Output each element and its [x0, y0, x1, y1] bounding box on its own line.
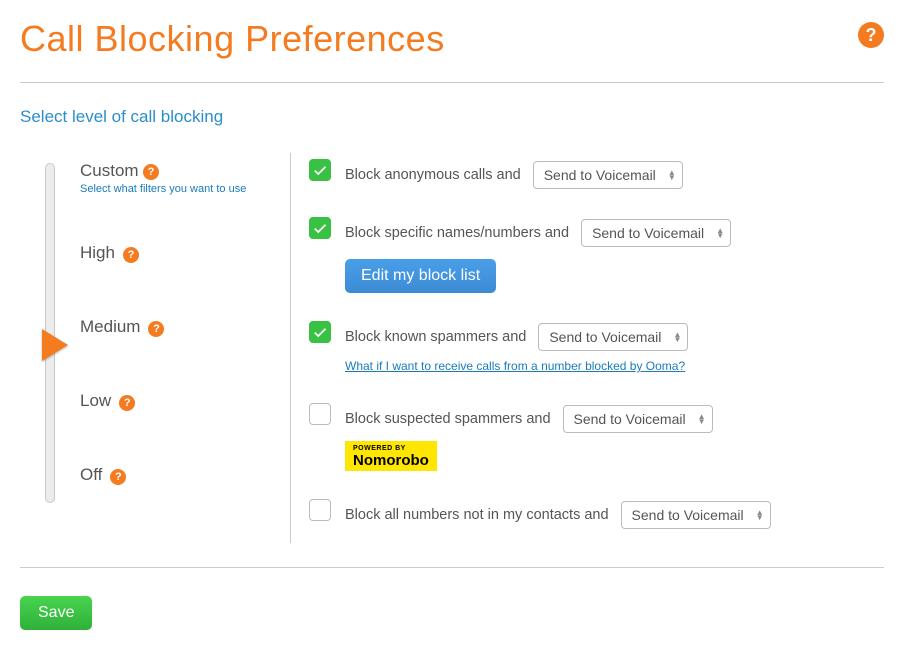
select-specific-action[interactable]: Send to Voicemail ▲▼ — [581, 219, 731, 247]
page-title: Call Blocking Preferences — [20, 18, 445, 60]
checkbox-known-spammers[interactable] — [309, 321, 331, 343]
select-suspected-action[interactable]: Send to Voicemail ▲▼ — [563, 405, 713, 433]
checkbox-suspected-spammers[interactable] — [309, 403, 331, 425]
level-low[interactable]: Low ? — [80, 391, 290, 411]
help-icon-off[interactable]: ? — [110, 469, 126, 485]
select-anonymous-value: Send to Voicemail — [544, 167, 656, 183]
nomorobo-powered-by: POWERED BY — [353, 445, 429, 452]
option-contacts-only: Block all numbers not in my contacts and… — [309, 501, 884, 529]
select-known-action[interactable]: Send to Voicemail ▲▼ — [538, 323, 688, 351]
option-contacts-text: Block all numbers not in my contacts and — [345, 507, 609, 523]
known-spammers-help-link[interactable]: What if I want to receive calls from a n… — [345, 359, 685, 373]
level-high[interactable]: High ? — [80, 243, 290, 263]
help-icon-low[interactable]: ? — [119, 395, 135, 411]
option-specific-text: Block specific names/numbers and — [345, 225, 569, 241]
checkmark-icon — [313, 221, 327, 235]
level-low-label: Low — [80, 391, 111, 411]
edit-block-list-button[interactable]: Edit my block list — [345, 259, 496, 293]
level-high-label: High — [80, 243, 115, 263]
select-known-value: Send to Voicemail — [549, 329, 661, 345]
checkbox-contacts-only[interactable] — [309, 499, 331, 521]
section-label: Select level of call blocking — [20, 107, 884, 127]
select-contacts-action[interactable]: Send to Voicemail ▲▼ — [621, 501, 771, 529]
level-medium-label: Medium — [80, 317, 140, 337]
checkmark-icon — [313, 163, 327, 177]
level-custom-label: Custom — [80, 161, 139, 180]
select-arrows-icon: ▲▼ — [698, 414, 706, 424]
select-anonymous-action[interactable]: Send to Voicemail ▲▼ — [533, 161, 683, 189]
option-anonymous-text: Block anonymous calls and — [345, 167, 521, 183]
checkbox-specific[interactable] — [309, 217, 331, 239]
select-specific-value: Send to Voicemail — [592, 225, 704, 241]
level-custom-sublabel: Select what filters you want to use — [80, 183, 246, 195]
option-anonymous: Block anonymous calls and Send to Voicem… — [309, 161, 884, 189]
checkmark-icon — [313, 325, 327, 339]
select-arrows-icon: ▲▼ — [668, 170, 676, 180]
option-suspected-spammers: Block suspected spammers and Send to Voi… — [309, 405, 884, 471]
level-custom[interactable]: Custom ? Select what filters you want to… — [80, 161, 290, 195]
vertical-divider — [290, 153, 291, 543]
option-known-text: Block known spammers and — [345, 329, 526, 345]
select-arrows-icon: ▲▼ — [673, 332, 681, 342]
bottom-divider — [20, 567, 884, 568]
option-specific: Block specific names/numbers and Send to… — [309, 219, 884, 293]
level-slider-pointer-icon[interactable] — [42, 329, 68, 361]
nomorobo-name: Nomorobo — [353, 452, 429, 469]
select-suspected-value: Send to Voicemail — [574, 411, 686, 427]
select-arrows-icon: ▲▼ — [716, 228, 724, 238]
help-icon-medium[interactable]: ? — [148, 321, 164, 337]
help-icon-high[interactable]: ? — [123, 247, 139, 263]
level-off-label: Off — [80, 465, 102, 485]
level-off[interactable]: Off ? — [80, 465, 290, 485]
help-icon[interactable]: ? — [858, 22, 884, 48]
title-divider — [20, 82, 884, 83]
checkbox-anonymous[interactable] — [309, 159, 331, 181]
option-suspected-text: Block suspected spammers and — [345, 411, 551, 427]
select-arrows-icon: ▲▼ — [756, 510, 764, 520]
save-button[interactable]: Save — [20, 596, 92, 630]
select-contacts-value: Send to Voicemail — [632, 507, 744, 523]
option-known-spammers: Block known spammers and Send to Voicema… — [309, 323, 884, 375]
help-icon-custom[interactable]: ? — [143, 164, 159, 180]
level-medium[interactable]: Medium ? — [80, 317, 290, 337]
nomorobo-badge: POWERED BY Nomorobo — [345, 441, 437, 471]
